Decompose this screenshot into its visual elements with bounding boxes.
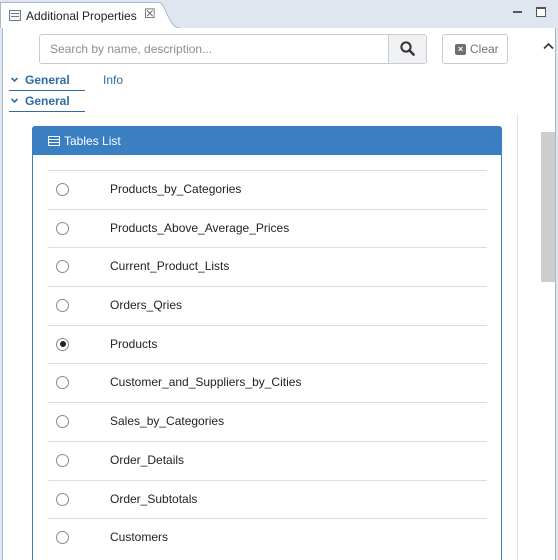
table-name-label: Products_Above_Average_Prices: [110, 220, 290, 235]
list-item[interactable]: Products_by_Categories: [48, 170, 487, 209]
table-radio-button[interactable]: [56, 453, 69, 467]
list-item[interactable]: Products: [48, 324, 487, 364]
tab-title: Additional Properties: [26, 9, 137, 23]
table-radio-button[interactable]: [56, 337, 69, 351]
tables-list-title: Tables List: [64, 134, 121, 148]
table-name-label: Sales_by_Categories: [110, 414, 225, 429]
table-name-label: Products_by_Categories: [110, 182, 242, 196]
x-icon: ×: [455, 44, 466, 55]
clear-button[interactable]: × Clear: [442, 34, 508, 64]
table-radio-button[interactable]: [56, 376, 69, 390]
table-name-label: Current_Product_Lists: [110, 259, 230, 274]
search-button[interactable]: [388, 35, 426, 63]
maximize-icon[interactable]: [535, 6, 547, 18]
table-list-icon: [48, 136, 60, 146]
table-name-label: Order_Details: [110, 452, 185, 467]
tab-info[interactable]: Info: [103, 73, 123, 87]
list-item[interactable]: Customers: [48, 518, 487, 557]
tab-additional-properties[interactable]: Additional Properties ☒: [0, 2, 160, 28]
table-name-label: Customers: [110, 530, 169, 545]
vertical-scrollbar[interactable]: [540, 28, 555, 560]
tab-edge: [158, 2, 181, 28]
table-name-label: Orders_Qries: [110, 298, 183, 313]
properties-view-icon: [9, 10, 21, 21]
properties-panel: × Clear General Info General Tables List…: [2, 28, 556, 560]
search-icon: [400, 41, 415, 56]
tables-list-panel: Tables List Products_by_Categories Produc…: [32, 126, 502, 560]
table-radio-button[interactable]: [56, 415, 69, 429]
table-radio-button[interactable]: [56, 260, 69, 274]
tables-radio-list: Products_by_Categories Products_Above_Ave…: [48, 170, 487, 557]
minimize-icon[interactable]: [512, 6, 524, 18]
list-item[interactable]: Products_Above_Average_Prices: [48, 208, 487, 248]
list-item[interactable]: Current_Product_Lists: [48, 247, 487, 286]
scroll-up-icon[interactable]: [543, 42, 554, 50]
table-radio-button[interactable]: [56, 492, 69, 506]
tables-list-header: Tables List: [33, 127, 501, 155]
list-item[interactable]: Orders_Qries: [48, 286, 487, 325]
section-underline: [9, 111, 85, 112]
search-box: [39, 34, 427, 64]
list-item[interactable]: Sales_by_Categories: [48, 402, 487, 441]
search-input[interactable]: [40, 35, 388, 63]
scrollbar-thumb[interactable]: [541, 132, 555, 282]
section-underline: [9, 90, 85, 91]
close-tab-icon[interactable]: ☒: [144, 7, 156, 21]
clear-label: Clear: [470, 42, 499, 56]
section-general-subtoggle[interactable]: General: [25, 94, 70, 108]
list-item[interactable]: Order_Subtotals: [48, 479, 487, 519]
content-divider: [517, 114, 518, 560]
table-radio-button[interactable]: [56, 183, 69, 196]
list-item[interactable]: Customer_and_Suppliers_by_Cities: [48, 363, 487, 402]
table-name-label: Customer_and_Suppliers_by_Cities: [110, 375, 302, 390]
table-name-label: Order_Subtotals: [110, 491, 198, 506]
table-radio-button[interactable]: [56, 531, 69, 545]
view-titlebar: Additional Properties ☒: [0, 0, 558, 28]
chevron-down-icon[interactable]: [11, 97, 18, 104]
table-name-label: Products: [110, 336, 158, 351]
list-item[interactable]: Order_Details: [48, 440, 487, 480]
chevron-down-icon[interactable]: [11, 76, 18, 83]
section-general-toggle[interactable]: General: [25, 73, 70, 87]
table-radio-button[interactable]: [56, 299, 69, 313]
table-radio-button[interactable]: [56, 221, 69, 235]
